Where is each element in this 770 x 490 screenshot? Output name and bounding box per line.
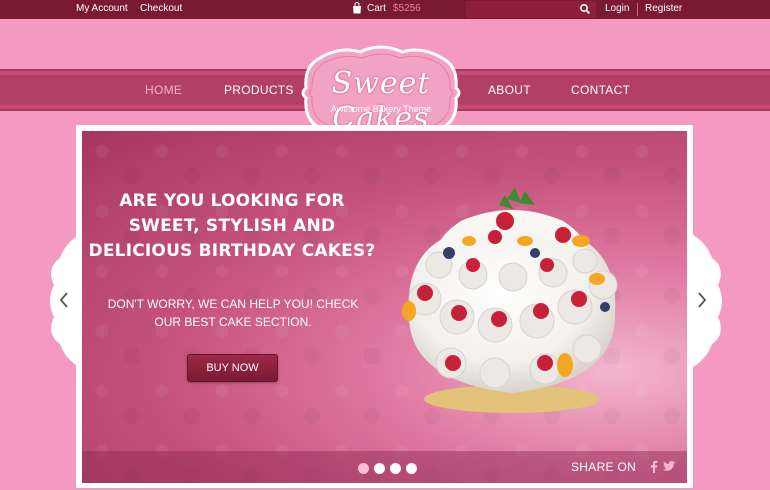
- hero-slide: ARE YOU LOOKING FOR SWEET, STYLISH AND D…: [82, 131, 687, 483]
- nav-item-about[interactable]: ABOUT: [488, 83, 531, 97]
- facebook-icon[interactable]: [648, 460, 660, 473]
- slide-dot-4[interactable]: [406, 463, 417, 474]
- cart-label: Cart: [367, 2, 386, 14]
- search-icon[interactable]: [579, 3, 591, 15]
- buy-now-button[interactable]: BUY NOW: [187, 354, 278, 382]
- slide-dot-3[interactable]: [390, 463, 401, 474]
- my-account-link[interactable]: My Account: [76, 3, 128, 14]
- subtext-line-1: DON'T WORRY, WE CAN HELP YOU! CHECK: [107, 297, 359, 311]
- twitter-icon[interactable]: [662, 460, 676, 473]
- slide-footer: SHARE ON: [82, 451, 687, 483]
- nav-item-products[interactable]: PRODUCTS: [224, 83, 294, 97]
- headline-line-2: SWEET, STYLISH AND: [128, 216, 336, 236]
- nav-item-contact[interactable]: CONTACT: [571, 83, 630, 97]
- slider-prev-arrow[interactable]: [57, 290, 71, 310]
- slide-headline: ARE YOU LOOKING FOR SWEET, STYLISH AND D…: [82, 189, 382, 264]
- slider-next-arrow[interactable]: [695, 290, 709, 310]
- cart-amount: $5256: [392, 2, 421, 14]
- search-input[interactable]: [466, 1, 596, 18]
- shopping-bag-icon: [353, 2, 361, 14]
- slide-dot-2[interactable]: [374, 463, 385, 474]
- headline-line-3: DELICIOUS BIRTHDAY CAKES?: [88, 241, 376, 261]
- cart-summary[interactable]: Cart $5256: [352, 2, 421, 14]
- nav-item-home[interactable]: HOME: [145, 83, 182, 97]
- divider: [637, 3, 638, 16]
- checkout-link[interactable]: Checkout: [140, 3, 182, 14]
- top-bar: My Account Checkout Cart $5256 Login Reg…: [0, 0, 770, 19]
- login-link[interactable]: Login: [605, 3, 629, 14]
- slide-dot-1[interactable]: [358, 463, 369, 474]
- headline-line-1: ARE YOU LOOKING FOR: [119, 191, 345, 211]
- logo-subtitle: Awesome Bakery Theme: [330, 104, 432, 114]
- slide-subtext: DON'T WORRY, WE CAN HELP YOU! CHECK OUR …: [102, 295, 364, 331]
- share-label: SHARE ON: [571, 460, 637, 474]
- register-link[interactable]: Register: [645, 3, 682, 14]
- cake-image: [402, 187, 618, 413]
- subtext-line-2: OUR BEST CAKE SECTION.: [154, 315, 312, 329]
